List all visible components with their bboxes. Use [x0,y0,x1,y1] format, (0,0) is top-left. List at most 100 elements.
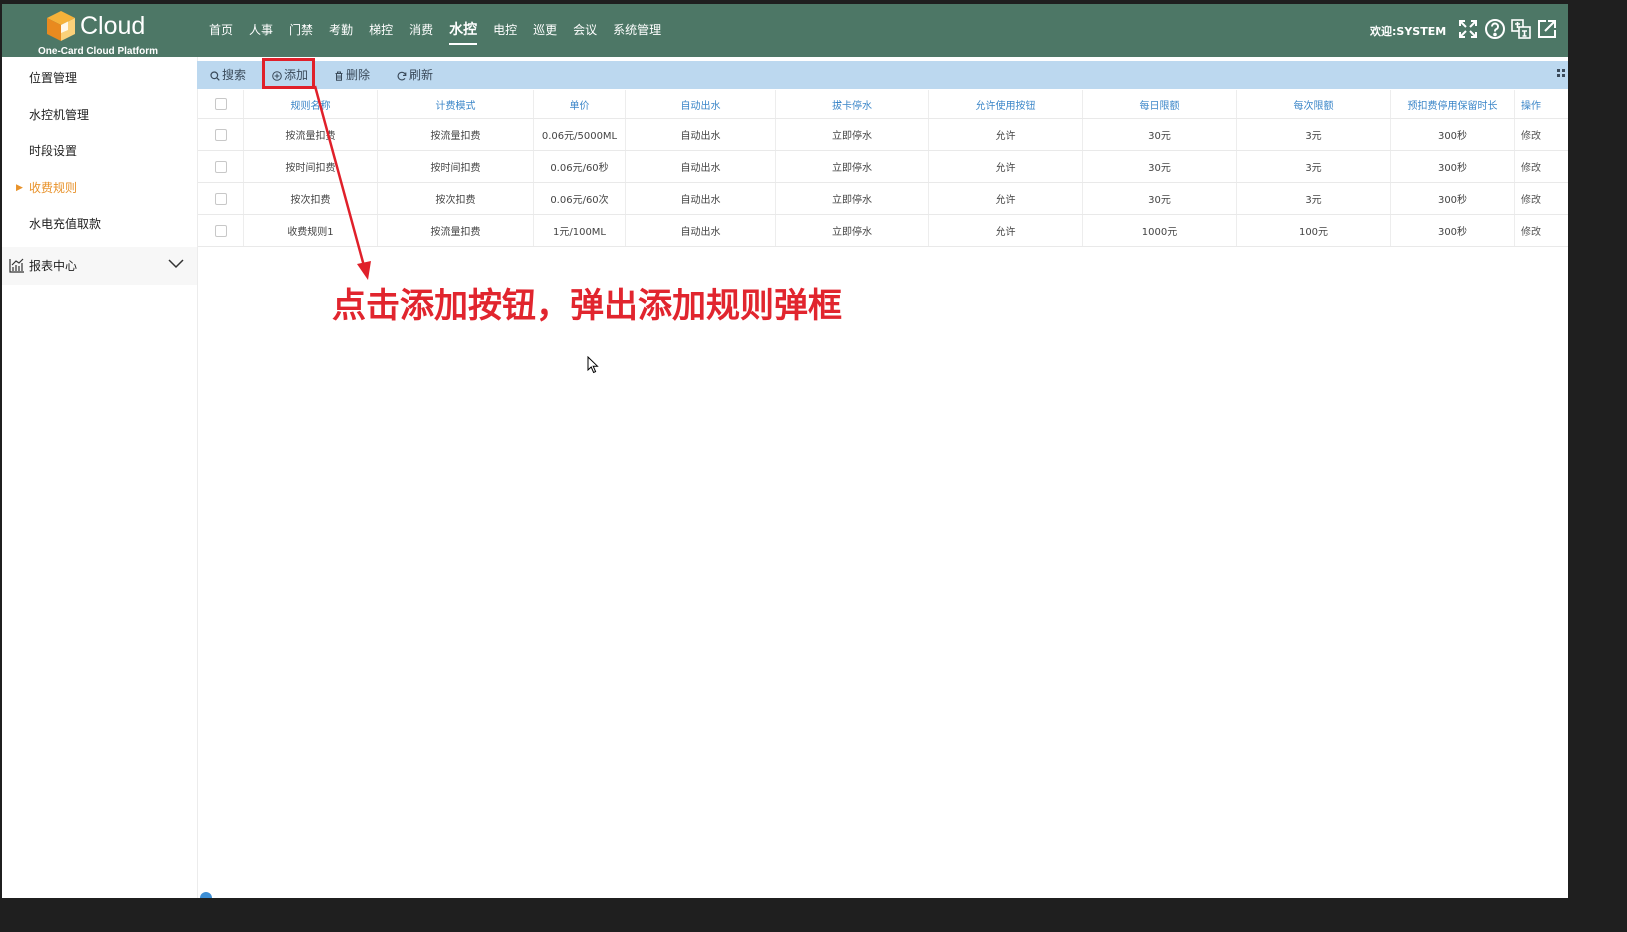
cell-billing-mode: 按时间扣费 [378,151,534,182]
cell-billing-mode: 按流量扣费 [378,119,534,150]
cell-daily-limit: 30元 [1083,151,1237,182]
add-button[interactable]: 添加 [272,61,308,89]
language-icon[interactable] [1510,18,1531,40]
row-checkbox[interactable] [214,160,227,173]
welcome-user: 欢迎:SYSTEM [1370,25,1447,38]
edit-link[interactable]: 修改 [1521,223,1541,238]
nav-personnel[interactable]: 人事 [241,4,281,57]
nav-access-control[interactable]: 门禁 [281,4,321,57]
sidebar-item-label: 收费规则 [29,181,78,195]
cell-rule-name: 按次扣费 [244,183,378,214]
toolbar: 搜索 添加 删除 刷新 [197,61,1568,89]
row-checkbox[interactable] [214,224,227,237]
search-button[interactable]: 搜索 [210,61,246,89]
row-select-cell [198,215,244,246]
cell-allow-button: 允许 [929,183,1083,214]
cell-card-removal: 立即停水 [776,215,929,246]
cell-per-use-limit: 100元 [1237,215,1391,246]
header-cell[interactable]: 每日限额 [1083,90,1237,118]
row-select-cell [198,119,244,150]
edit-link[interactable]: 修改 [1521,191,1541,206]
table-row[interactable]: 按时间扣费 按时间扣费 0.06元/60秒 自动出水 立即停水 允许 30元 3… [198,151,1568,183]
table-row[interactable]: 按次扣费 按次扣费 0.06元/60次 自动出水 立即停水 允许 30元 3元 … [198,183,1568,215]
cell-unit-price: 0.06元/60次 [534,183,626,214]
table-row[interactable]: 按流量扣费 按流量扣费 0.06元/5000ML 自动出水 立即停水 允许 30… [198,119,1568,151]
row-select-cell [198,151,244,182]
cell-card-removal: 立即停水 [776,183,929,214]
table-row[interactable]: 收费规则1 按流量扣费 1元/100ML 自动出水 立即停水 允许 1000元 … [198,215,1568,247]
nav-water-control[interactable]: 水控 [441,4,485,57]
nav-elevator-control[interactable]: 梯控 [361,4,401,57]
edit-link[interactable]: 修改 [1521,127,1541,142]
sidebar-item-water-controller-management[interactable]: 水控机管理 [2,100,197,130]
cell-per-use-limit: 3元 [1237,151,1391,182]
cell-operations: 修改 [1515,183,1568,214]
brand-name: Cloud [80,12,146,40]
rules-table: 规则名称 计费模式 单价 自动出水 拔卡停水 允许使用按钮 每日限额 每次限额 … [198,90,1568,247]
row-checkbox[interactable] [214,192,227,205]
header-cell[interactable]: 自动出水 [626,90,776,118]
sidebar-item-recharge-withdraw[interactable]: 水电充值取款 [2,209,197,239]
help-icon[interactable] [1484,18,1505,40]
cell-rule-name: 按流量扣费 [244,119,378,150]
sidebar-item-time-period-settings[interactable]: 时段设置 [2,136,197,166]
scroll-indicator[interactable] [200,892,212,898]
mouse-cursor-icon [587,356,599,374]
header-cell[interactable]: 预扣费停用保留时长 [1391,90,1515,118]
sidebar-group-report-center[interactable]: 报表中心 [2,247,197,285]
cell-allow-button: 允许 [929,151,1083,182]
cell-card-removal: 立即停水 [776,119,929,150]
sidebar: 位置管理 水控机管理 时段设置 ▶ 收费规则 水电充值取款 报表中心 [2,57,198,898]
logout-icon[interactable] [1536,18,1556,40]
cell-operations: 修改 [1515,151,1568,182]
trash-icon [335,71,343,81]
sidebar-item-location-management[interactable]: 位置管理 [2,63,197,93]
header-cell-select [198,90,244,118]
sidebar-item-charging-rules[interactable]: ▶ 收费规则 [2,173,197,203]
brand-logo[interactable]: Cloud One-Card Cloud Platform [38,8,168,57]
refresh-button[interactable]: 刷新 [397,61,433,89]
top-navigation: 首页 人事 门禁 考勤 梯控 消费 水控 电控 巡更 会议 系统管理 [201,4,669,57]
edit-link[interactable]: 修改 [1521,159,1541,174]
header-cell[interactable]: 计费模式 [378,90,534,118]
app-window: Cloud One-Card Cloud Platform 首页 人事 门禁 考… [2,4,1568,898]
row-checkbox[interactable] [214,128,227,141]
fullscreen-icon[interactable] [1458,18,1478,40]
cell-unit-price: 0.06元/5000ML [534,119,626,150]
sidebar-item-label: 位置管理 [29,71,78,85]
cell-billing-mode: 按流量扣费 [378,215,534,246]
header-cell: 操作 [1521,100,1541,112]
refresh-icon [397,71,407,81]
nav-consumption[interactable]: 消费 [401,4,441,57]
cube-logo-icon [47,11,75,41]
header-cell[interactable]: 规则名称 [244,90,378,118]
table-header-row: 规则名称 计费模式 单价 自动出水 拔卡停水 允许使用按钮 每日限额 每次限额 … [198,90,1568,119]
header-cell[interactable]: 允许使用按钮 [929,90,1083,118]
cell-allow-button: 允许 [929,215,1083,246]
column-toggle-icon[interactable] [1557,69,1565,77]
cell-daily-limit: 30元 [1083,183,1237,214]
brand-subtitle: One-Card Cloud Platform [38,46,159,57]
header-cell[interactable]: 每次限额 [1237,90,1391,118]
chart-icon [9,258,24,273]
cell-rule-name: 收费规则1 [244,215,378,246]
cell-rule-name: 按时间扣费 [244,151,378,182]
nav-meeting[interactable]: 会议 [565,4,605,57]
nav-system-management[interactable]: 系统管理 [605,4,669,57]
sidebar-group-label: 报表中心 [29,259,78,273]
nav-attendance[interactable]: 考勤 [321,4,361,57]
nav-patrol[interactable]: 巡更 [525,4,565,57]
add-circle-icon [272,71,282,81]
chevron-down-icon [168,259,184,269]
sidebar-item-label: 水控机管理 [29,108,90,122]
search-button-label: 搜索 [222,68,247,82]
cell-auto-dispense: 自动出水 [626,151,776,182]
delete-button-label: 删除 [346,68,371,82]
sidebar-item-label: 时段设置 [29,144,78,158]
nav-power-control[interactable]: 电控 [485,4,525,57]
header-cell[interactable]: 单价 [534,90,626,118]
nav-home[interactable]: 首页 [201,4,241,57]
select-all-checkbox[interactable] [214,98,227,110]
delete-button[interactable]: 删除 [334,61,370,89]
header-cell[interactable]: 拔卡停水 [776,90,929,118]
